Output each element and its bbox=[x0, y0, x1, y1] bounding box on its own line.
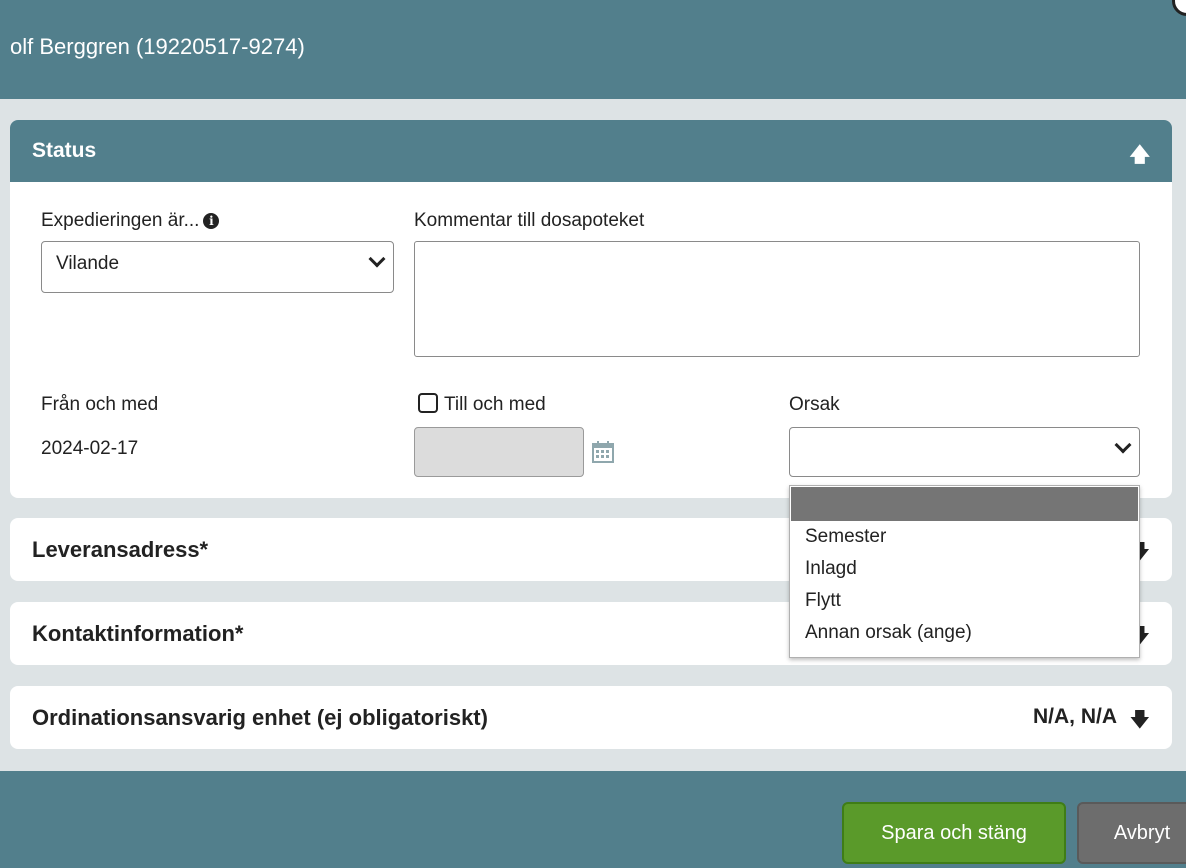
expediering-select-value: Vilande bbox=[56, 253, 120, 274]
section-title: Ordinationsansvarig enhet (ej obligatori… bbox=[32, 705, 488, 730]
cancel-button[interactable]: Avbryt bbox=[1077, 802, 1186, 864]
section-title: Leveransadress* bbox=[32, 537, 209, 562]
till-date-input[interactable] bbox=[414, 427, 584, 477]
arrow-down-icon[interactable]: 🡇 bbox=[1129, 705, 1150, 739]
orsak-select[interactable] bbox=[789, 427, 1140, 477]
kommentar-label: Kommentar till dosapoteket bbox=[414, 210, 645, 231]
expediering-label-text: Expedieringen är... bbox=[41, 210, 200, 231]
dropdown-option-annan-orsak[interactable]: Annan orsak (ange) bbox=[805, 622, 972, 644]
dropdown-option-flytt[interactable]: Flytt bbox=[805, 590, 841, 612]
dropdown-option-inlagd[interactable]: Inlagd bbox=[805, 558, 857, 580]
dropdown-option-semester[interactable]: Semester bbox=[805, 526, 886, 548]
status-panel-header[interactable]: Status 🡅 bbox=[10, 120, 1172, 182]
section-title: Kontaktinformation* bbox=[32, 621, 244, 646]
arrow-up-icon[interactable]: 🡅 bbox=[1129, 140, 1150, 174]
patient-title: olf Berggren (19220517-9274) bbox=[10, 34, 305, 59]
modal-header: olf Berggren (19220517-9274) bbox=[0, 0, 1186, 99]
kommentar-textarea[interactable] bbox=[414, 241, 1140, 357]
fran-value: 2024-02-17 bbox=[41, 438, 139, 459]
orsak-label: Orsak bbox=[789, 394, 840, 415]
chevron-down-icon bbox=[368, 250, 386, 268]
dropdown-option-empty[interactable] bbox=[791, 487, 1138, 521]
save-and-close-button[interactable]: Spara och stäng bbox=[842, 802, 1066, 864]
fran-label: Från och med bbox=[41, 394, 159, 415]
calendar-icon[interactable] bbox=[592, 441, 614, 463]
till-label: Till och med bbox=[444, 394, 546, 415]
till-checkbox[interactable] bbox=[418, 393, 438, 413]
expediering-select[interactable]: Vilande bbox=[41, 241, 394, 293]
section-value: N/A, N/A bbox=[1033, 705, 1117, 728]
status-panel-title: Status bbox=[32, 139, 97, 162]
section-ordinationsansvarig[interactable]: Ordinationsansvarig enhet (ej obligatori… bbox=[10, 686, 1172, 749]
orsak-dropdown-list: Semester Inlagd Flytt Annan orsak (ange) bbox=[789, 485, 1140, 658]
expediering-label: Expedieringen är... i bbox=[41, 210, 220, 232]
chevron-down-icon bbox=[1114, 436, 1132, 454]
info-icon[interactable]: i bbox=[203, 213, 220, 229]
